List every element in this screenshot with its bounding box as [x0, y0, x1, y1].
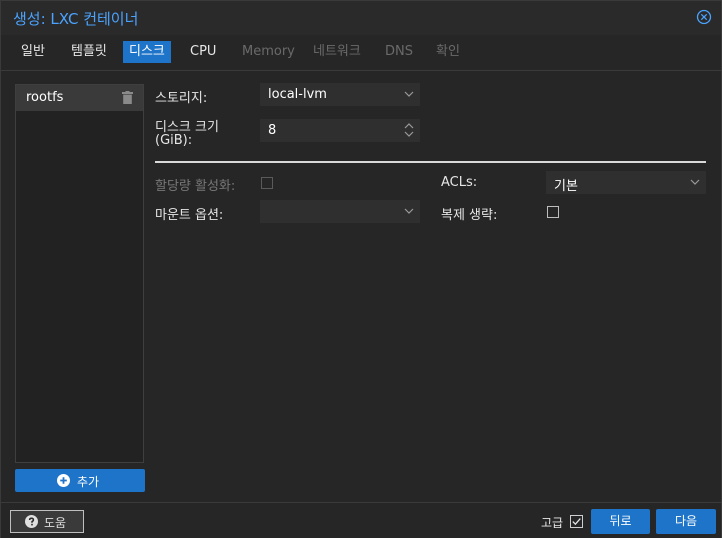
mount-options-select[interactable] — [260, 200, 420, 223]
trash-icon[interactable] — [122, 91, 133, 104]
wizard-tabs: 일반 템플릿 디스크 CPU Memory 네트워크 DNS 확인 — [1, 39, 721, 65]
title-bar: 생성: LXC 컨테이너 — [1, 1, 721, 35]
chevron-down-icon — [404, 208, 414, 214]
add-disk-label: 추가 — [77, 475, 100, 489]
skip-replication-checkbox[interactable] — [547, 206, 559, 218]
chevron-down-icon — [690, 179, 700, 185]
chevron-down-icon — [404, 91, 414, 97]
close-icon[interactable] — [696, 9, 712, 25]
tab-disks[interactable]: 디스크 — [123, 41, 171, 63]
disk-panel: rootfs 추가 스토리지: local-lvm 디스크 크기 (GiB): … — [1, 70, 721, 502]
acls-value: 기본 — [554, 179, 578, 194]
tab-cpu[interactable]: CPU — [184, 41, 222, 63]
disk-list-item-rootfs[interactable]: rootfs — [16, 85, 143, 111]
skip-replication-label: 복제 생략: — [441, 208, 498, 223]
disk-size-label-line2: (GiB): — [155, 133, 193, 148]
storage-select[interactable]: local-lvm — [260, 83, 420, 106]
tab-confirm[interactable]: 확인 — [430, 41, 466, 63]
dialog-footer: 도움 고급 뒤로 다음 — [1, 502, 721, 538]
mount-options-label: 마운트 옵션: — [155, 208, 224, 223]
back-button[interactable]: 뒤로 — [591, 509, 650, 534]
quota-label: 할당량 활성화: — [155, 179, 236, 194]
storage-value: local-lvm — [268, 87, 327, 102]
help-label: 도움 — [44, 516, 67, 530]
acls-select[interactable]: 기본 — [546, 171, 706, 194]
dialog-title: 생성: LXC 컨테이너 — [13, 10, 139, 28]
quota-checkbox[interactable] — [261, 177, 273, 189]
next-button[interactable]: 다음 — [656, 509, 716, 534]
section-divider — [155, 161, 706, 163]
disk-item-label: rootfs — [26, 90, 64, 105]
plus-circle-icon — [57, 474, 70, 487]
tab-template[interactable]: 템플릿 — [65, 41, 113, 63]
advanced-checkbox[interactable] — [570, 515, 583, 528]
disk-list: rootfs — [15, 84, 144, 463]
tab-memory[interactable]: Memory — [236, 41, 301, 63]
create-lxc-dialog: 생성: LXC 컨테이너 일반 템플릿 디스크 CPU Memory 네트워크 … — [0, 0, 722, 538]
question-circle-icon — [25, 515, 38, 528]
disk-size-spinner[interactable]: 8 — [260, 119, 420, 142]
disk-size-value: 8 — [268, 123, 277, 138]
tab-general[interactable]: 일반 — [15, 41, 51, 63]
help-button[interactable]: 도움 — [10, 510, 84, 533]
spinner-up-down-icon[interactable] — [404, 122, 414, 138]
advanced-label: 고급 — [541, 516, 564, 530]
tab-network[interactable]: 네트워크 — [307, 41, 367, 63]
add-disk-button[interactable]: 추가 — [15, 469, 145, 492]
tab-dns[interactable]: DNS — [379, 41, 419, 63]
storage-label: 스토리지: — [155, 91, 208, 106]
acls-label: ACLs: — [441, 175, 478, 190]
